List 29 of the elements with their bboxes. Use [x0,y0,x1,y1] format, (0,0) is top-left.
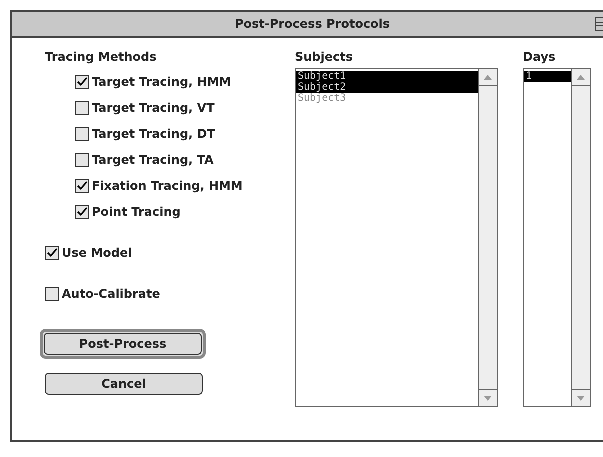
checkbox-label[interactable]: Point Tracing [92,205,181,219]
post-process-button[interactable]: Post-Process [44,333,202,355]
list-heading: Subjects [295,50,354,66]
checkbox[interactable] [75,127,89,141]
checkbox[interactable] [45,287,59,301]
checkbox[interactable] [45,246,59,260]
list-item[interactable]: Subject2 [296,82,478,93]
checkbox[interactable] [75,75,89,89]
list-item[interactable]: Subject3 [296,93,478,104]
list-heading: Days [523,50,557,66]
checkbox[interactable] [75,205,89,219]
checkbox[interactable] [75,101,89,115]
scroll-bar[interactable] [478,69,497,406]
checkbox[interactable] [75,153,89,167]
checkbox-label[interactable]: Target Tracing, VT [92,101,215,115]
checkbox-label[interactable]: Auto-Calibrate [62,287,160,301]
checkbox-label[interactable]: Fixation Tracing, HMM [92,179,243,193]
cancel-button[interactable]: Cancel [45,373,203,395]
list-item[interactable]: 1 [524,71,571,82]
scroll-bar[interactable] [571,69,590,406]
list-box[interactable]: Subject1 Subject2 Subject3 [295,68,498,407]
checkbox[interactable] [75,179,89,193]
checkbox-label[interactable]: Target Tracing, TA [92,153,214,167]
checkbox-label[interactable]: Use Model [62,246,132,260]
checkbox-label[interactable]: Target Tracing, DT [92,127,216,141]
checkbox-label[interactable]: Target Tracing, HMM [92,75,232,89]
list-box[interactable]: 1 [523,68,591,407]
section-heading: Tracing Methods [45,50,158,66]
list-item[interactable]: Subject1 [296,71,478,82]
